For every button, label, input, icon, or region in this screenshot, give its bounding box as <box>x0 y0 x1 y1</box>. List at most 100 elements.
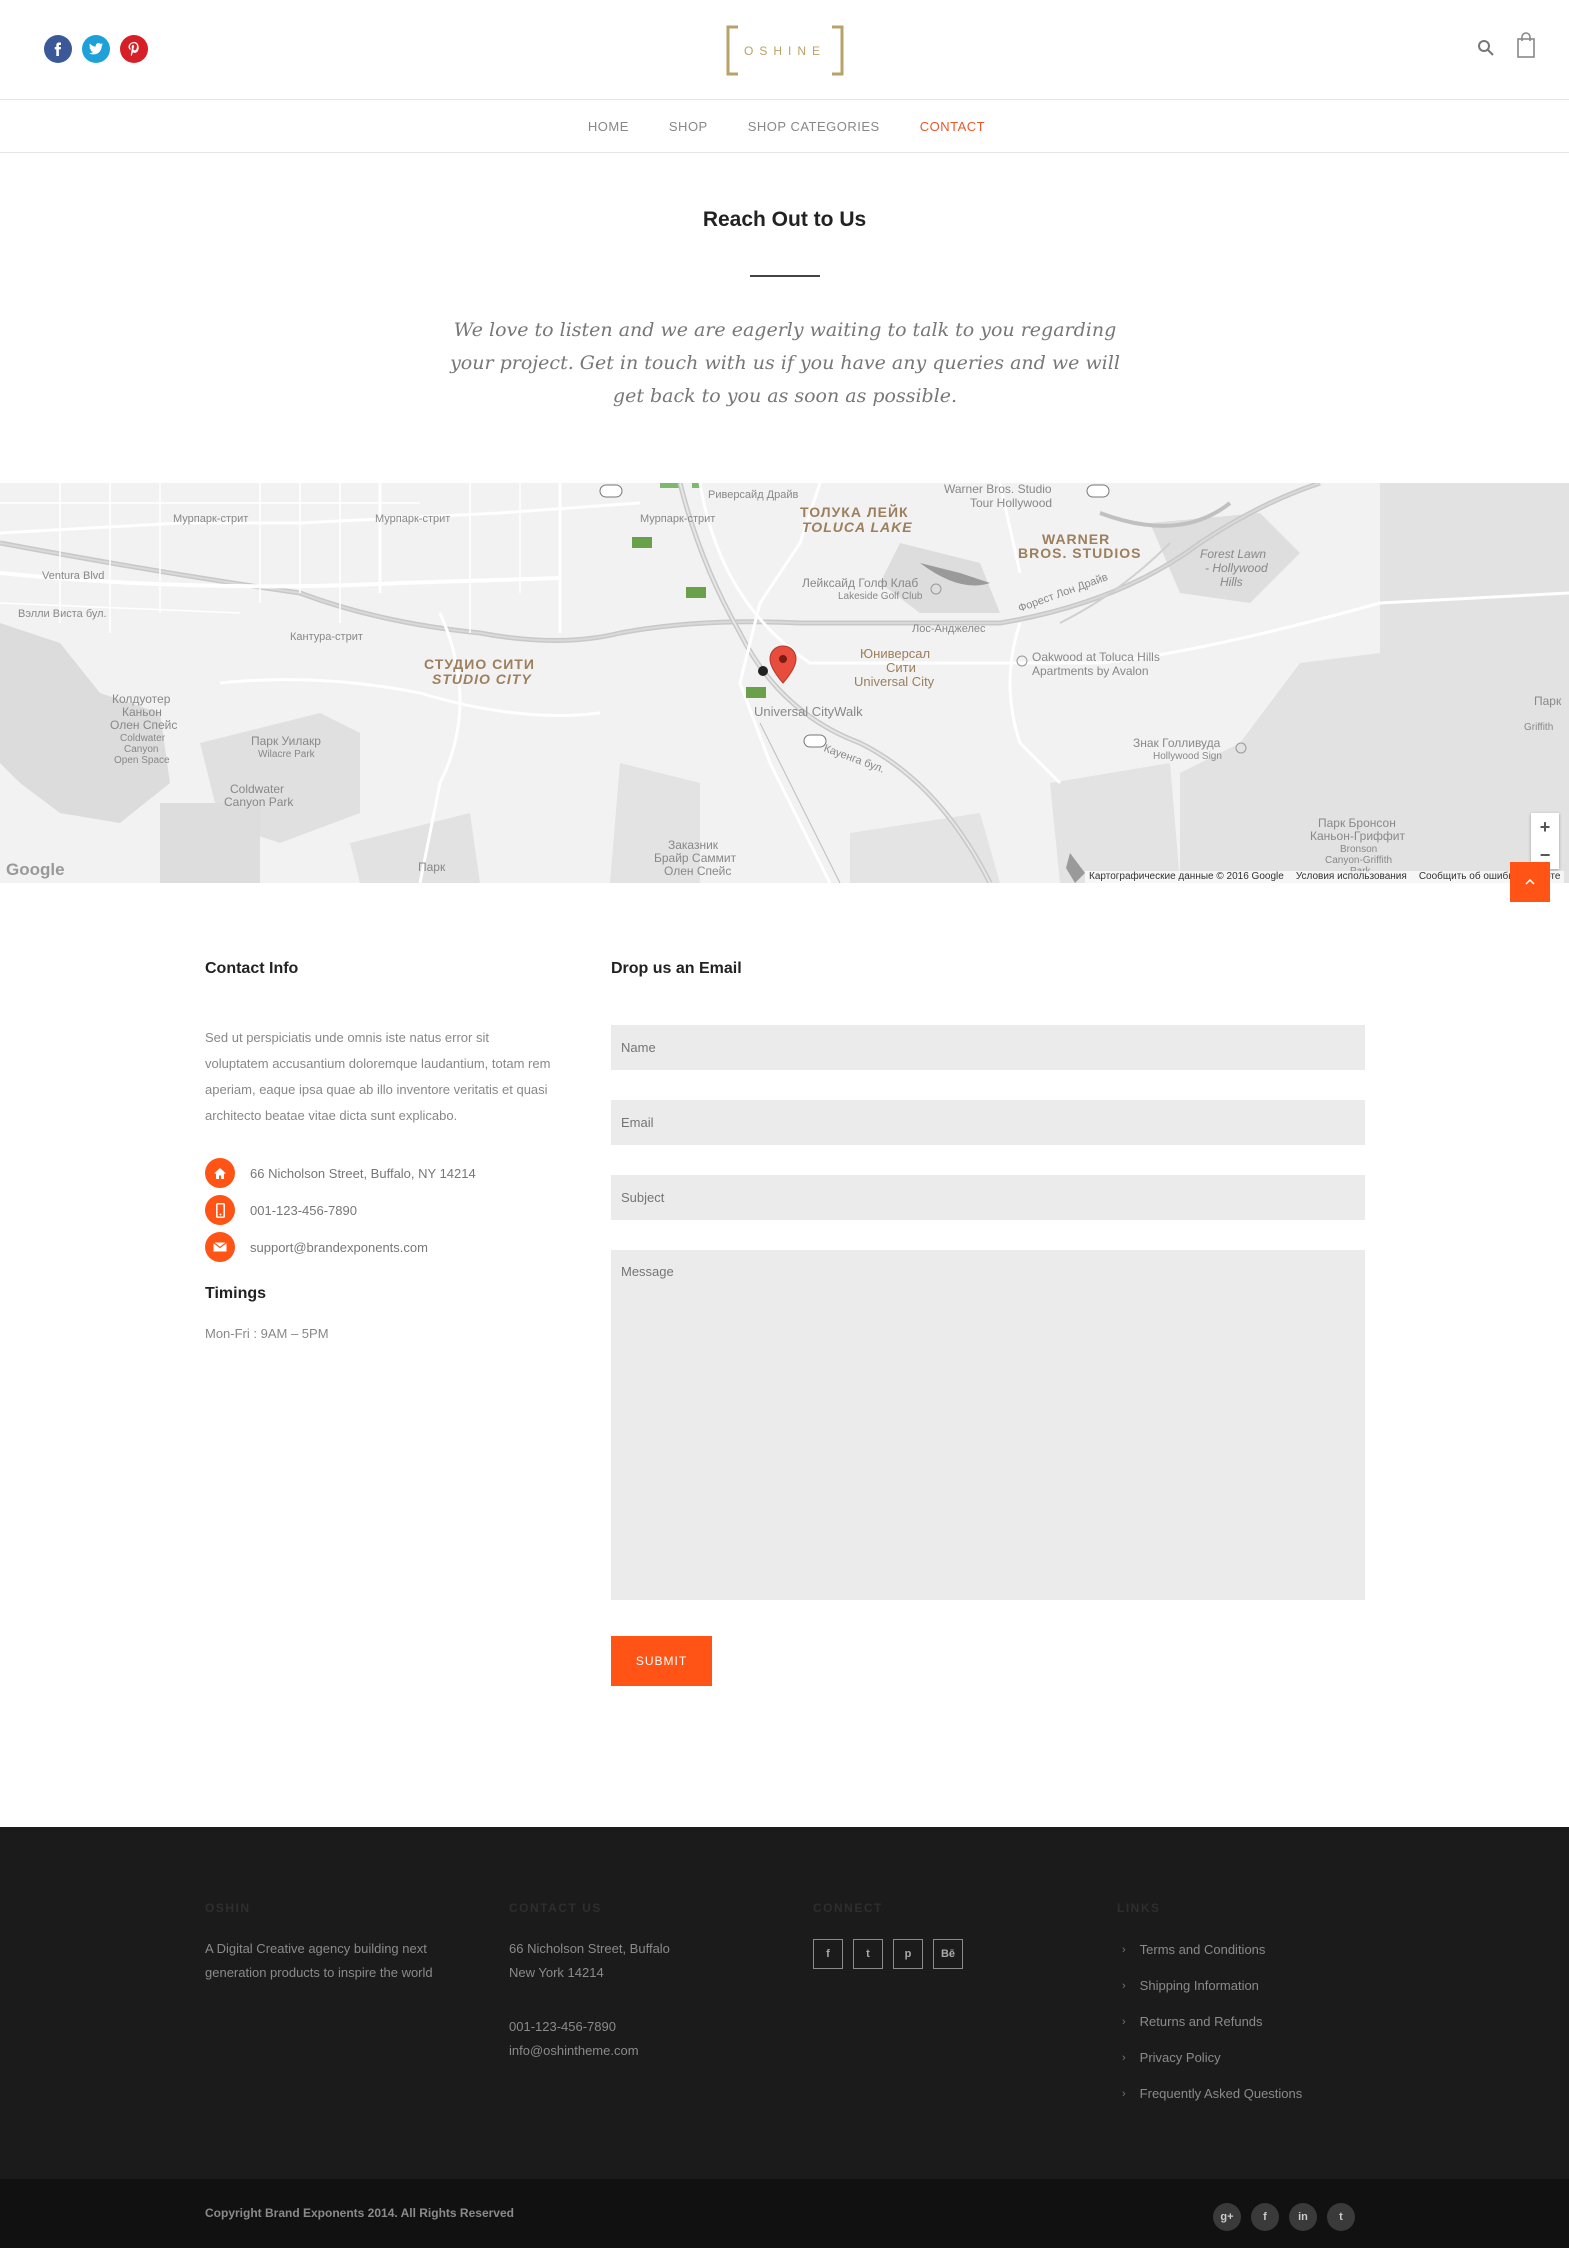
footer-about-line: A Digital Creative agency building next <box>205 1941 427 1956</box>
email-input[interactable] <box>611 1100 1365 1145</box>
contact-info-title: Contact Info <box>205 960 299 977</box>
twitter-icon[interactable]: t <box>1327 2203 1355 2231</box>
map-label: Олен Спейс <box>110 718 178 732</box>
site-footer <box>0 1827 1569 2179</box>
map-label: Юниверсал <box>860 646 931 661</box>
chevron-right-icon: › <box>1122 1943 1126 1956</box>
subject-input[interactable] <box>611 1175 1365 1220</box>
footer-address-line: New York 14214 <box>509 1965 604 1980</box>
map-label: Universal CityWalk <box>754 704 863 719</box>
map-label: Lakeside Golf Club <box>838 591 923 602</box>
map-label: Ventura Blvd <box>42 570 105 582</box>
facebook-icon[interactable]: f <box>813 1939 843 1969</box>
map-label: Олен Спейс <box>664 864 732 878</box>
chevron-right-icon: › <box>1122 2051 1126 2064</box>
footer-address-line: 66 Nicholson Street, Buffalo <box>509 1941 670 1956</box>
footer-link-label: Frequently Asked Questions <box>1139 2086 1303 2101</box>
message-textarea[interactable] <box>611 1250 1365 1600</box>
map-label: - Hollywood <box>1205 561 1268 575</box>
logo-text: OSHINE <box>743 43 826 58</box>
facebook-icon[interactable]: f <box>1251 2203 1279 2231</box>
footer-link-label: Shipping Information <box>1139 1978 1259 1993</box>
site-logo[interactable]: OSHINE <box>726 25 844 76</box>
zoom-in-button[interactable]: + <box>1540 817 1551 838</box>
footer-email[interactable]: info@oshintheme.com <box>509 2039 639 2063</box>
pinterest-icon[interactable] <box>120 35 148 63</box>
map-label: ТОЛУКА ЛЕЙК <box>800 504 909 520</box>
map-label: Wilacre Park <box>258 749 315 760</box>
map-label: Знак Голливуда <box>1133 736 1221 750</box>
linkedin-icon[interactable]: in <box>1289 2203 1317 2231</box>
map-label: Мурпарк-стрит <box>640 513 716 525</box>
nav-contact[interactable]: CONTACT <box>920 119 985 134</box>
map-data-credit: Картографические данные © 2016 Google <box>1089 871 1284 882</box>
home-icon <box>205 1158 235 1188</box>
phone-text[interactable]: 001-123-456-7890 <box>250 1203 357 1218</box>
chevron-up-icon <box>1525 879 1535 885</box>
map-zoom-control: + − <box>1531 813 1559 869</box>
footer-connect-heading: CONNECT <box>813 1901 883 1915</box>
footer-link[interactable]: › Privacy Policy <box>1122 2050 1221 2065</box>
footer-link[interactable]: › Terms and Conditions <box>1122 1942 1265 1957</box>
chevron-right-icon: › <box>1122 2087 1126 2100</box>
footer-phone[interactable]: 001-123-456-7890 <box>509 2015 639 2039</box>
facebook-icon[interactable] <box>44 35 72 63</box>
pinterest-icon[interactable]: p <box>893 1939 923 1969</box>
name-input[interactable] <box>611 1025 1365 1070</box>
twitter-icon[interactable] <box>82 35 110 63</box>
map-label: Warner Bros. Studio <box>944 483 1052 496</box>
map-label: Сити <box>886 660 916 675</box>
search-icon[interactable] <box>1477 39 1495 57</box>
behance-icon[interactable]: Bē <box>933 1939 963 1969</box>
map-label: Кантура-стрит <box>290 631 363 643</box>
contact-email: support@brandexponents.com <box>205 1232 428 1262</box>
google-map[interactable]: ТОЛУКА ЛЕЙК TOLUCA LAKE WARNER BROS. STU… <box>0 483 1569 883</box>
back-to-top-button[interactable] <box>1510 862 1550 902</box>
contact-phone: 001-123-456-7890 <box>205 1195 357 1225</box>
footer-links-heading: LINKS <box>1117 1901 1161 1915</box>
email-form-title: Drop us an Email <box>611 960 742 977</box>
submit-button[interactable]: SUBMIT <box>611 1636 712 1686</box>
footer-link-label: Returns and Refunds <box>1139 2014 1263 2029</box>
map-label: Мурпарк-стрит <box>173 513 249 525</box>
mail-icon <box>205 1232 235 1262</box>
map-label: СТУДИО СИТИ <box>424 656 535 672</box>
nav-home[interactable]: HOME <box>588 119 629 134</box>
google-plus-icon[interactable]: g+ <box>1213 2203 1241 2231</box>
map-terms-link[interactable]: Условия использования <box>1296 871 1407 885</box>
map-credits: Картографические данные © 2016 Google Ус… <box>1085 871 1565 885</box>
map-label: Вэлли Виста бул. <box>18 608 107 620</box>
chevron-right-icon: › <box>1122 1979 1126 1992</box>
shopping-bag-icon[interactable] <box>1516 32 1536 58</box>
timings-title: Timings <box>205 1285 267 1302</box>
map-label: Universal City <box>854 674 935 689</box>
footer-about-line: generation products to inspire the world <box>205 1965 433 1980</box>
map-label: Apartments by Avalon <box>1032 664 1149 678</box>
map-label: Каньон-Гриффит <box>1310 829 1405 843</box>
footer-link[interactable]: › Returns and Refunds <box>1122 2014 1263 2029</box>
map-label: Парк <box>1534 694 1562 708</box>
footer-link[interactable]: › Frequently Asked Questions <box>1122 2086 1302 2101</box>
footer-about-heading: OSHIN <box>205 1901 251 1915</box>
page-title: Reach Out to Us <box>702 208 867 231</box>
contact-info-text: Sed ut perspiciatis unde omnis iste natu… <box>205 1030 551 1123</box>
map-label: STUDIO CITY <box>432 671 532 687</box>
copyright-text: Copyright Brand Exponents 2014. All Righ… <box>205 2206 514 2220</box>
email-text[interactable]: support@brandexponents.com <box>250 1240 428 1255</box>
footer-link-label: Terms and Conditions <box>1139 1942 1266 1957</box>
header-social-links <box>44 35 148 63</box>
map-label: TOLUCA LAKE <box>802 519 913 535</box>
main-nav: HOME SHOP SHOP CATEGORIES CONTACT <box>0 101 1569 153</box>
address-text: 66 Nicholson Street, Buffalo, NY 14214 <box>250 1165 476 1181</box>
google-logo[interactable]: Google <box>6 860 65 880</box>
site-header: OSHINE <box>0 0 1569 100</box>
map-label: Hollywood Sign <box>1153 751 1222 762</box>
footer-about-text: A Digital Creative agency building next … <box>205 1937 433 1985</box>
map-label: Hills <box>1220 575 1243 589</box>
nav-shop-categories[interactable]: SHOP CATEGORIES <box>748 119 880 134</box>
footer-link[interactable]: › Shipping Information <box>1122 1978 1259 1993</box>
intro-text: We love to listen and we are eagerly wai… <box>450 319 1120 407</box>
twitter-icon[interactable]: t <box>853 1939 883 1969</box>
nav-shop[interactable]: SHOP <box>669 119 708 134</box>
footer-contact-heading: CONTACT US <box>509 1901 602 1915</box>
